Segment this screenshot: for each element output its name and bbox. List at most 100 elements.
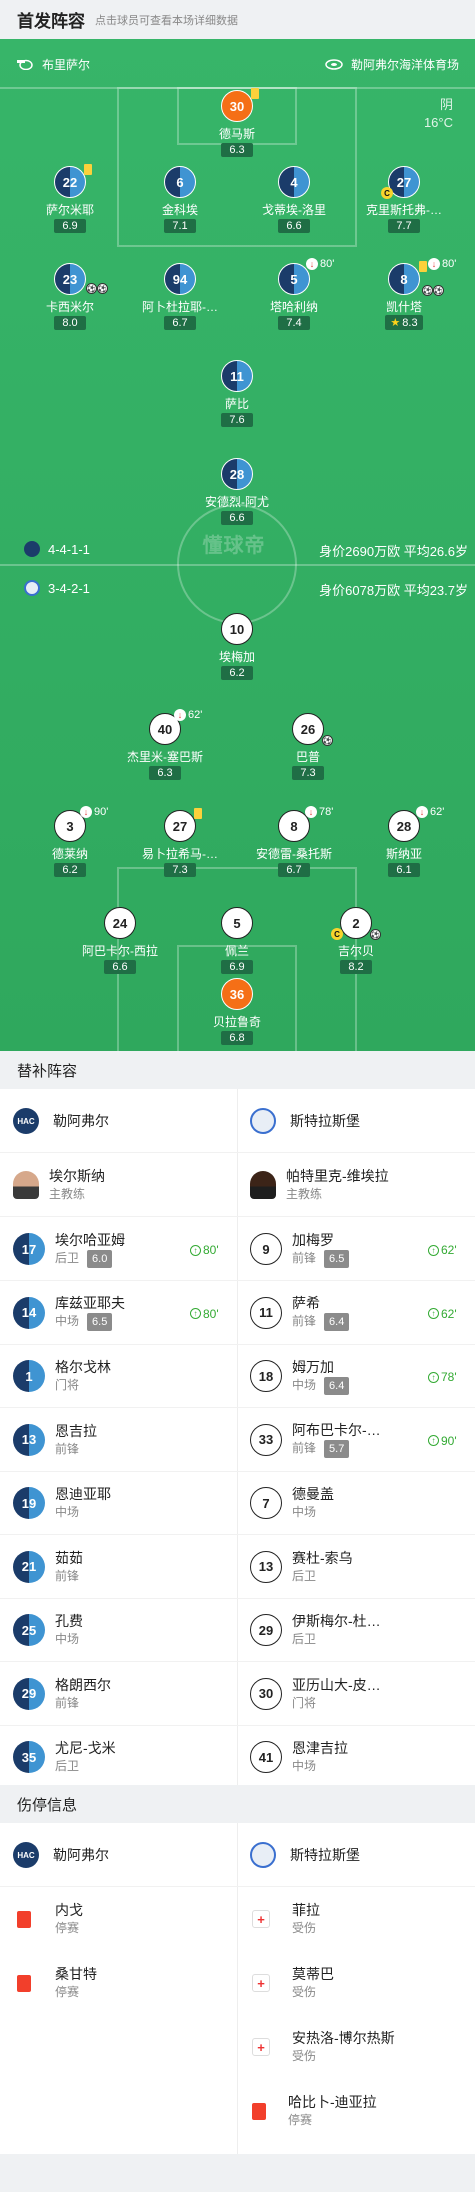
injury-status: 受伤 <box>292 2049 317 2063</box>
away-coach[interactable]: 帕特里克-维埃拉 主教练 <box>250 1153 389 1217</box>
player-away-24[interactable]: 24 阿巴卡尔-西拉 6.6 <box>65 907 175 975</box>
weather: 阴 16°C <box>424 96 453 132</box>
sub-out-icon: ↓ <box>80 806 92 819</box>
sub-out-icon: ↓ <box>305 806 317 819</box>
sub-in-icon: ↑ <box>190 1244 201 1256</box>
player-home-5[interactable]: 5 塔哈利纳 7.4 <box>239 263 349 331</box>
weather-text: 阴 <box>439 97 453 112</box>
player-home-8[interactable]: 8 ⚽ ⚽ 凯什塔 ★ 8.3 <box>349 261 459 331</box>
ball-icon: ⚽ <box>433 285 444 296</box>
player-away-2[interactable]: 2 C ⚽ 吉尔贝 8.2 <box>301 907 411 975</box>
player-rating: 6.5 <box>87 1313 113 1331</box>
sub-in-time: ↑ 80' <box>190 1307 219 1321</box>
sub-player[interactable]: 30 亚历山大-皮… 门将 <box>250 1662 470 1726</box>
away-market-value: 身价6078万欧 平均23.7岁 <box>319 583 468 598</box>
sub-player[interactable]: 13 赛杜-索乌 后卫 <box>250 1535 470 1599</box>
player-home-94[interactable]: 94 阿卜杜拉耶-… 6.7 <box>125 263 235 331</box>
player-position: 中场 <box>292 1505 317 1519</box>
sub-player[interactable]: 29 格朗西尔 前锋 <box>13 1662 233 1726</box>
player-name: 德曼盖 <box>292 1486 334 1502</box>
player-name: 格尔戈林 <box>55 1359 111 1375</box>
player-away-40[interactable]: 40 杰里米-塞巴斯 6.3 <box>110 713 220 781</box>
player-home-23[interactable]: 23 ⚽ ⚽ 卡西米尔 8.0 <box>15 263 125 331</box>
player-name: 菲拉 <box>292 1902 320 1918</box>
player-rating: 6.4 <box>324 1376 350 1395</box>
sub-player[interactable]: 29 伊斯梅尔-杜… 后卫 <box>250 1598 470 1662</box>
player-position: 中场 <box>292 1759 317 1773</box>
injury-icon: + <box>252 1910 270 1928</box>
away-crest-icon <box>250 1108 276 1134</box>
subs-home-team: HAC 勒阿弗尔 <box>13 1089 109 1153</box>
player-home-27[interactable]: 27 C 克里斯托弗-… 7.7 <box>349 166 459 234</box>
sub-in-time: ↑ 78' <box>428 1370 457 1384</box>
page-subtitle: 点击球员可查看本场详细数据 <box>95 14 238 27</box>
jersey-number: 41 <box>250 1741 282 1773</box>
sub-player[interactable]: 41 恩津吉拉 中场 <box>250 1725 470 1789</box>
player-home-28[interactable]: 28 安德烈-阿尤 6.6 <box>182 458 292 526</box>
ball-icon: ⚽ <box>322 735 333 746</box>
watermark-logo: 懂球帝 <box>202 535 266 557</box>
sub-player[interactable]: 25 孔费 中场 <box>13 1598 233 1662</box>
player-name: 埃尔哈亚姆 <box>55 1231 125 1248</box>
jersey-number: 21 <box>13 1550 45 1583</box>
injury-entry[interactable]: + 莫蒂巴 受伤 <box>252 1951 334 2015</box>
sub-in-icon: ↑ <box>428 1371 439 1383</box>
away-crest-icon <box>24 580 40 596</box>
player-home-22[interactable]: 22 萨尔米耶 6.9 <box>15 164 125 234</box>
player-position: 门将 <box>292 1695 317 1710</box>
player-away-10[interactable]: 10 埃梅加 6.2 <box>182 613 292 681</box>
captain-icon: C <box>381 187 393 199</box>
player-away-8[interactable]: 8 安德雷-桑托斯 6.7 <box>239 810 349 878</box>
sub-off-time: ↓ 62' <box>174 709 202 722</box>
away-formation: 3-4-2-1 <box>24 580 90 596</box>
home-crest-icon: HAC <box>13 1108 39 1134</box>
injury-entry[interactable]: 哈比卜-迪亚拉 停赛 <box>252 2079 377 2143</box>
player-name: 尤尼-戈米 <box>55 1740 116 1756</box>
player-position: 后卫 <box>292 1568 317 1583</box>
home-crest-icon: HAC <box>13 1842 39 1868</box>
jersey-number: 29 <box>13 1677 45 1710</box>
home-coach[interactable]: 埃尔斯纳 主教练 <box>13 1153 105 1217</box>
injury-entry[interactable]: + 安热洛-博尔热斯 受伤 <box>252 2015 395 2079</box>
player-home-6[interactable]: 6 金科埃 7.1 <box>125 166 235 234</box>
player-position: 中场 6.5 <box>55 1312 125 1331</box>
sub-player[interactable]: 35 尤尼-戈米 后卫 <box>13 1725 233 1789</box>
player-name: 茹茹 <box>55 1549 83 1566</box>
sub-player[interactable]: 7 德曼盖 中场 <box>250 1471 470 1535</box>
player-away-26[interactable]: 26 ⚽ 巴普 7.3 <box>253 713 363 781</box>
player-away-28[interactable]: 28 斯纳亚 6.1 <box>349 810 459 878</box>
player-rating: 6.5 <box>324 1249 350 1268</box>
injury-entry[interactable]: 桑甘特 停赛 <box>17 1951 97 2015</box>
sub-player[interactable]: 21 茹茹 前锋 <box>13 1535 233 1599</box>
sub-off-time: ↓ 62' <box>416 806 444 819</box>
sub-in-icon: ↑ <box>428 1435 439 1446</box>
player-away-36[interactable]: 36 贝拉鲁奇 6.8 <box>182 978 292 1046</box>
player-away-27[interactable]: 27 易卜拉希马-… 7.3 <box>125 808 235 878</box>
jersey-number: 33 <box>250 1423 282 1456</box>
player-name: 恩津吉拉 <box>292 1740 348 1756</box>
referee-name: 布里萨尔 <box>42 57 91 72</box>
player-away-5[interactable]: 5 佩兰 6.9 <box>182 907 292 975</box>
sub-in-icon: ↑ <box>428 1308 439 1319</box>
player-home-30[interactable]: 30 德马斯 6.3 <box>182 88 292 158</box>
page-footer <box>0 2154 475 2192</box>
player-position: 后卫 <box>55 1759 80 1773</box>
player-home-4[interactable]: 4 戈蒂埃-洛里 6.6 <box>239 166 349 234</box>
player-position: 中场 <box>55 1505 80 1519</box>
player-name: 亚历山大-皮… <box>292 1676 381 1693</box>
player-position: 前锋 <box>55 1568 80 1583</box>
jersey-number: 13 <box>250 1550 282 1583</box>
avatar <box>250 1171 276 1199</box>
player-home-11[interactable]: 11 萨比 7.6 <box>182 360 292 428</box>
sub-off-time: ↓ 80' <box>428 258 456 271</box>
ball-icon: ⚽ <box>97 283 108 294</box>
sub-in-time: ↑ 62' <box>428 1307 457 1321</box>
injury-entry[interactable]: + 菲拉 受伤 <box>252 1887 320 1951</box>
player-away-3[interactable]: 3 德莱纳 6.2 <box>15 810 125 878</box>
star-icon: ★ <box>390 317 401 329</box>
injury-entry[interactable]: 内戈 停赛 <box>17 1887 83 1951</box>
sub-player[interactable]: 1 格尔戈林 门将 <box>13 1344 233 1408</box>
jersey-number: 30 <box>250 1677 282 1710</box>
sub-player[interactable]: 13 恩吉拉 前锋 <box>13 1408 233 1472</box>
sub-player[interactable]: 19 恩迪亚耶 中场 <box>13 1471 233 1535</box>
